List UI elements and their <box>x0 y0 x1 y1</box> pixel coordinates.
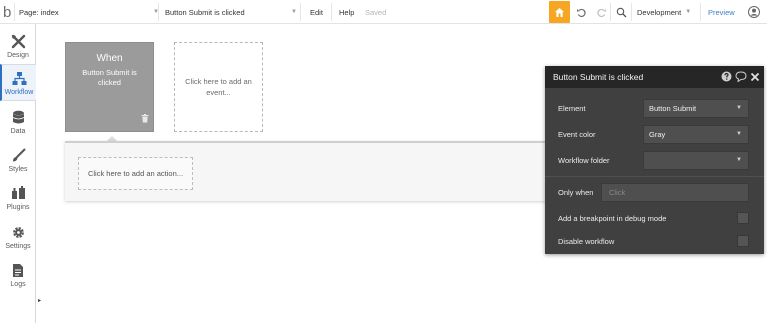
sidebar-item-label: Plugins <box>6 204 30 211</box>
sidebar-item-settings[interactable]: Settings <box>0 219 36 257</box>
event-color-dropdown[interactable]: Gray ▼ <box>643 124 749 144</box>
panel-title: Button Submit is clicked <box>553 72 644 82</box>
breakpoint-row: Add a breakpoint in debug mode <box>545 208 764 228</box>
sidebar-item-label: Design <box>7 52 29 59</box>
edit-menu[interactable]: Edit <box>310 0 323 24</box>
breakpoint-checkbox[interactable] <box>737 212 749 224</box>
workflow-icon <box>11 70 27 86</box>
version-selector-label: Development <box>637 7 682 17</box>
data-icon <box>10 109 26 125</box>
version-selector[interactable]: Development ▼ <box>637 0 697 24</box>
settings-icon <box>10 224 26 240</box>
disable-workflow-row: Disable workflow <box>545 231 764 251</box>
breakpoint-label: Add a breakpoint in debug mode <box>558 213 667 223</box>
element-row: Element Button Submit ▼ <box>545 98 764 118</box>
event-selector-label: Button Submit is clicked <box>165 7 245 17</box>
sidebar-item-design[interactable]: Design <box>0 28 36 66</box>
trash-icon[interactable] <box>141 110 149 128</box>
redo-icon[interactable] <box>593 4 609 20</box>
event-card-title: When <box>96 53 123 64</box>
only-when-row: Only when Click <box>545 182 764 202</box>
sidebar-item-data[interactable]: Data <box>0 104 36 142</box>
home-icon <box>555 7 564 17</box>
disable-workflow-checkbox[interactable] <box>737 235 749 247</box>
chevron-down-icon: ▼ <box>685 9 692 15</box>
divider <box>610 3 611 21</box>
bubble-editor: b Page: index ▼ Button Submit is clicked… <box>0 0 767 323</box>
event-properties-panel: Button Submit is clicked Element Button … <box>545 66 764 254</box>
design-icon <box>10 33 26 49</box>
disable-workflow-label: Disable workflow <box>558 236 615 246</box>
add-event-placeholder[interactable]: Click here to add an event... <box>174 42 263 132</box>
workflow-folder-row: Workflow folder ▼ <box>545 150 764 170</box>
only-when-field[interactable]: Click <box>601 182 749 202</box>
styles-icon <box>10 147 26 163</box>
chevron-down-icon: ▼ <box>736 105 742 111</box>
sidebar-item-label: Logs <box>10 281 26 288</box>
chevron-down-icon: ▼ <box>291 9 297 15</box>
user-avatar-icon[interactable] <box>746 4 762 20</box>
event-selector[interactable]: Button Submit is clicked ▼ <box>165 0 297 24</box>
undo-icon[interactable] <box>573 4 589 20</box>
event-color-row: Event color Gray ▼ <box>545 124 764 144</box>
top-bar: b Page: index ▼ Button Submit is clicked… <box>0 0 767 24</box>
workflow-folder-dropdown[interactable]: ▼ <box>643 150 749 170</box>
logs-icon <box>10 262 26 278</box>
workflow-folder-label: Workflow folder <box>558 155 610 165</box>
element-value: Button Submit <box>649 103 697 113</box>
expand-sidebar-icon[interactable]: ▸ <box>38 297 41 304</box>
save-status: Saved <box>365 7 387 17</box>
sidebar-item-plugins[interactable]: Plugins <box>0 180 36 218</box>
bubble-logo[interactable]: b <box>3 0 11 24</box>
left-sidebar: Design Workflow Data Styles Plugins Sett… <box>0 24 36 323</box>
action-panel: Click here to add an action... <box>65 141 555 201</box>
search-icon[interactable] <box>613 4 629 20</box>
divider <box>545 176 764 177</box>
element-dropdown[interactable]: Button Submit ▼ <box>643 98 749 118</box>
event-color-value: Gray <box>649 129 666 139</box>
sidebar-item-label: Styles <box>8 166 28 173</box>
only-when-label: Only when <box>558 187 594 197</box>
sidebar-item-label: Data <box>10 128 26 135</box>
help-icon[interactable] <box>721 71 732 84</box>
divider <box>14 3 15 21</box>
event-card-description: Button Submit is clicked <box>82 68 137 87</box>
sidebar-item-label: Workflow <box>4 89 34 96</box>
plugins-icon <box>10 185 26 201</box>
event-color-label: Event color <box>558 129 596 139</box>
divider <box>158 3 159 21</box>
divider <box>300 3 301 21</box>
divider <box>331 3 332 21</box>
sidebar-item-styles[interactable]: Styles <box>0 142 36 180</box>
chevron-down-icon: ▼ <box>736 131 742 137</box>
comment-icon[interactable] <box>735 71 747 84</box>
sidebar-item-workflow[interactable]: Workflow <box>0 64 36 101</box>
page-selector[interactable]: Page: index ▼ <box>19 0 159 24</box>
close-icon[interactable] <box>750 72 760 84</box>
divider <box>700 3 701 21</box>
panel-header[interactable]: Button Submit is clicked <box>545 66 764 88</box>
sidebar-item-label: Settings <box>5 243 31 250</box>
add-action-placeholder[interactable]: Click here to add an action... <box>78 157 193 190</box>
preview-button[interactable]: Preview <box>708 0 735 24</box>
workflow-event-card[interactable]: When Button Submit is clicked <box>65 42 154 132</box>
page-selector-label: Page: index <box>19 7 59 17</box>
divider <box>631 3 632 21</box>
home-button[interactable] <box>549 1 570 23</box>
sidebar-item-logs[interactable]: Logs <box>0 257 36 295</box>
help-menu[interactable]: Help <box>339 0 354 24</box>
element-label: Element <box>558 103 586 113</box>
chevron-down-icon: ▼ <box>736 157 742 163</box>
